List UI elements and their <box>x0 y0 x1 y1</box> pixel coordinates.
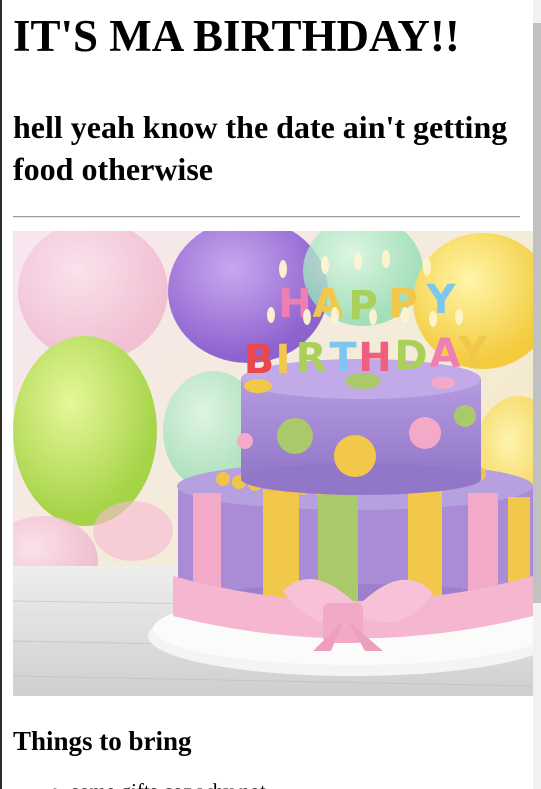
scrollbar-thumb[interactable] <box>533 23 541 603</box>
candle-letter: H <box>358 335 391 381</box>
candle-letter: D <box>394 333 427 379</box>
divider <box>13 216 520 218</box>
candle-letter: B <box>244 337 275 383</box>
candle-letter: A <box>313 281 344 327</box>
page-title: IT'S MA BIRTHDAY!! <box>13 11 460 61</box>
bring-list: some gifts coz why not <box>13 778 533 789</box>
candle-letter: A <box>430 331 461 377</box>
section-heading: Things to bring <box>13 726 192 756</box>
list-item: some gifts coz why not <box>71 778 533 789</box>
birthday-cake-image: H A P P Y B I R T H D A Y <box>13 231 533 696</box>
vertical-scrollbar[interactable] <box>533 0 541 789</box>
candle-letter: T <box>329 335 357 381</box>
cake-illustration: H A P P Y B I R T H D A Y <box>13 231 533 696</box>
page-subtitle: hell yeah know the date ain't getting fo… <box>13 109 508 187</box>
candle-letter: I <box>276 337 291 383</box>
window-left-border <box>0 0 2 789</box>
candle-letter: Y <box>458 329 489 375</box>
page-content: IT'S MA BIRTHDAY!! hell yeah know the da… <box>13 0 533 789</box>
candle-letter: R <box>296 335 327 381</box>
